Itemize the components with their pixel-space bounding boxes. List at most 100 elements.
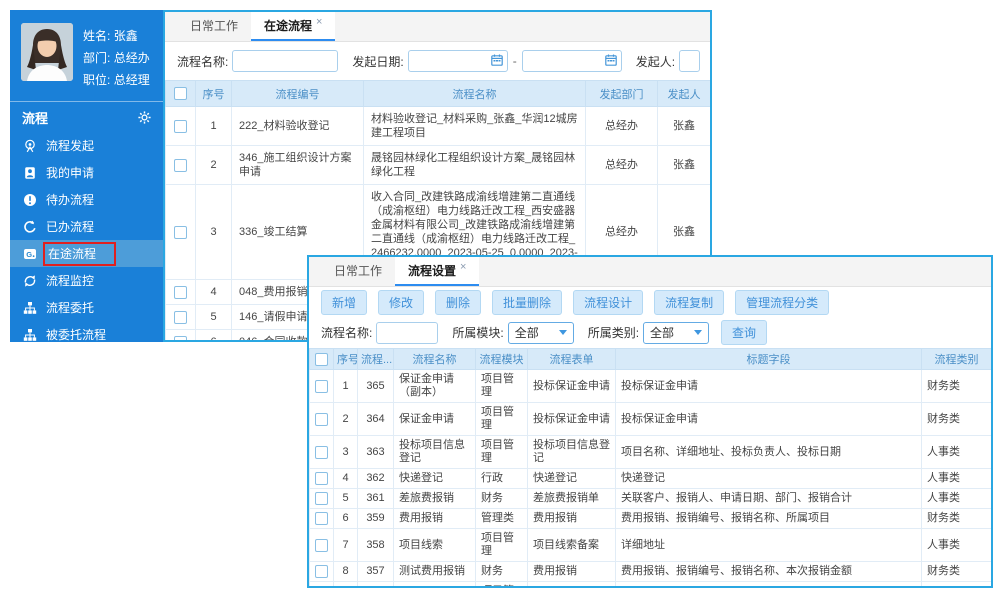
table-row[interactable]: 6 359 费用报销 管理类 费用报销 费用报销、报销编号、报销名称、所属项目 … bbox=[310, 509, 992, 529]
row-checkbox[interactable] bbox=[315, 380, 328, 393]
toolbar-button[interactable]: 删除 bbox=[435, 290, 481, 315]
close-tab-icon[interactable]: × bbox=[316, 16, 322, 28]
category-select[interactable]: 全部 bbox=[643, 322, 709, 344]
user-dept-row: 部门: 总经办 bbox=[83, 47, 150, 69]
process-code: 222_材料验收登记 bbox=[232, 107, 364, 146]
process-code: 359 bbox=[358, 509, 394, 529]
col-header-start-dept: 发起部门 bbox=[586, 81, 658, 107]
toolbar-button[interactable]: 新增 bbox=[321, 290, 367, 315]
sidebar-item-label: 流程发起 bbox=[46, 137, 94, 154]
user-profile: 姓名: 张鑫 部门: 总经办 职位: 总经理 bbox=[10, 10, 163, 101]
row-checkbox[interactable] bbox=[315, 512, 328, 525]
process-form: 投标项目信息登记 bbox=[528, 436, 616, 469]
process-category: 人事类 bbox=[922, 529, 992, 562]
row-checkbox[interactable] bbox=[315, 472, 328, 485]
start-date-from-input[interactable] bbox=[408, 50, 508, 72]
row-checkbox[interactable] bbox=[315, 413, 328, 426]
table-row[interactable]: 2 346_施工组织设计方案申请 晟铭园林绿化工程组织设计方案_晟铭园林绿化工程… bbox=[166, 146, 711, 185]
title-fields: 投标保证金申请 bbox=[616, 370, 922, 403]
tab-bar: 日常工作 在途流程× bbox=[165, 12, 710, 42]
row-no: 3 bbox=[334, 436, 358, 469]
row-checkbox[interactable] bbox=[315, 446, 328, 459]
row-checkbox[interactable] bbox=[174, 120, 187, 133]
table-header-row: 序号 流程... 流程名称 流程模块 流程表单 标题字段 流程类别 bbox=[310, 349, 992, 370]
sidebar-item-process-delegation[interactable]: 流程委托 bbox=[10, 294, 163, 321]
process-name-input[interactable] bbox=[232, 50, 338, 72]
process-form: 差旅费报销单 bbox=[528, 489, 616, 509]
user-dept: 总经办 bbox=[114, 51, 150, 65]
col-header-process-name: 流程名称 bbox=[394, 349, 476, 370]
sidebar-item-process-monitor[interactable]: 流程监控 bbox=[10, 267, 163, 294]
tab-daily-work[interactable]: 日常工作 bbox=[177, 12, 251, 41]
sidebar-item-done-processes[interactable]: 已办流程 bbox=[10, 213, 163, 240]
process-category: 财务类 bbox=[922, 370, 992, 403]
sidebar-item-my-applications[interactable]: 我的申请 bbox=[10, 159, 163, 186]
toolbar-button[interactable]: 流程复制 bbox=[654, 290, 724, 315]
sidebar-item-todo-processes[interactable]: 待办流程 bbox=[10, 186, 163, 213]
sidebar-item-in-transit-processes[interactable]: G 在途流程 bbox=[10, 240, 163, 267]
table-row[interactable]: 7 358 项目线索 项目管理 项目线索备案 详细地址 人事类 bbox=[310, 529, 992, 562]
starter-input[interactable] bbox=[679, 50, 700, 72]
tab-process-settings[interactable]: 流程设置× bbox=[395, 257, 479, 286]
table-row[interactable]: 4 362 快递登记 行政 快递登记 快递登记 人事类 bbox=[310, 469, 992, 489]
search-filter-bar: 流程名称: 所属模块: 全部 所属类别: 全部 查询 bbox=[309, 317, 991, 348]
process-form: 投标保证金申请 bbox=[528, 370, 616, 403]
row-checkbox[interactable] bbox=[174, 226, 187, 239]
search-filter-bar: 流程名称: 发起日期: - 发起人: bbox=[165, 42, 710, 80]
row-checkbox[interactable] bbox=[315, 565, 328, 578]
search-button[interactable]: 查询 bbox=[721, 320, 767, 345]
row-checkbox[interactable] bbox=[315, 539, 328, 552]
toolbar-button[interactable]: 修改 bbox=[378, 290, 424, 315]
title-fields: 设计审查、项目名称、专业、设计人、制单日期 bbox=[616, 582, 922, 589]
calendar-icon[interactable] bbox=[605, 54, 617, 69]
table-row[interactable]: 9 356 设计审查 项目管理 设计审查 设计审查、项目名称、专业、设计人、制单… bbox=[310, 582, 992, 589]
close-tab-icon[interactable]: × bbox=[460, 261, 466, 273]
process-module: 管理类 bbox=[476, 509, 528, 529]
title-fields: 费用报销、报销编号、报销名称、所属项目 bbox=[616, 509, 922, 529]
sidebar-item-delegated-processes[interactable]: 被委托流程 bbox=[10, 321, 163, 348]
process-form: 费用报销 bbox=[528, 562, 616, 582]
process-module: 财务 bbox=[476, 489, 528, 509]
tab-daily-work[interactable]: 日常工作 bbox=[321, 257, 395, 286]
process-name-input[interactable] bbox=[376, 322, 438, 344]
process-form: 费用报销 bbox=[528, 509, 616, 529]
row-no: 6 bbox=[196, 330, 232, 343]
select-all-checkbox[interactable] bbox=[315, 353, 328, 366]
toolbar-button[interactable]: 流程设计 bbox=[573, 290, 643, 315]
starter: 张鑫 bbox=[658, 107, 711, 146]
row-no: 2 bbox=[196, 146, 232, 185]
process-name: 测试费用报销 bbox=[394, 562, 476, 582]
tab-in-transit[interactable]: 在途流程× bbox=[251, 12, 335, 41]
start-date-to-input[interactable] bbox=[522, 50, 622, 72]
table-row[interactable]: 8 357 测试费用报销 财务 费用报销 费用报销、报销编号、报销名称、本次报销… bbox=[310, 562, 992, 582]
name-label: 姓名: bbox=[83, 29, 110, 43]
table-row[interactable]: 2 364 保证金申请 项目管理 投标保证金申请 投标保证金申请 财务类 bbox=[310, 403, 992, 436]
table-row[interactable]: 1 222_材料验收登记 材料验收登记_材料采购_张鑫_华润12城房建工程项目 … bbox=[166, 107, 711, 146]
gear-icon[interactable] bbox=[138, 111, 151, 124]
toolbar-button[interactable]: 批量删除 bbox=[492, 290, 562, 315]
title-fields: 详细地址 bbox=[616, 529, 922, 562]
process-name: 投标项目信息登记 bbox=[394, 436, 476, 469]
dept-label: 部门: bbox=[83, 51, 110, 65]
toolbar-button[interactable]: 管理流程分类 bbox=[735, 290, 829, 315]
row-checkbox[interactable] bbox=[174, 336, 187, 343]
process-name: 费用报销 bbox=[394, 509, 476, 529]
row-checkbox[interactable] bbox=[174, 159, 187, 172]
table-row[interactable]: 3 363 投标项目信息登记 项目管理 投标项目信息登记 项目名称、详细地址、投… bbox=[310, 436, 992, 469]
table-row[interactable]: 5 361 差旅费报销 财务 差旅费报销单 关联客户、报销人、申请日期、部门、报… bbox=[310, 489, 992, 509]
process-category: 人事类 bbox=[922, 582, 992, 589]
title-fields: 费用报销、报销编号、报销名称、本次报销金额 bbox=[616, 562, 922, 582]
module-select[interactable]: 全部 bbox=[508, 322, 574, 344]
process-code: 358 bbox=[358, 529, 394, 562]
process-name: 差旅费报销 bbox=[394, 489, 476, 509]
sidebar-item-process-start[interactable]: 流程发起 bbox=[10, 132, 163, 159]
process-category: 人事类 bbox=[922, 436, 992, 469]
row-checkbox[interactable] bbox=[174, 286, 187, 299]
row-checkbox[interactable] bbox=[174, 311, 187, 324]
table-row[interactable]: 1 365 保证金申请（副本） 项目管理 投标保证金申请 投标保证金申请 财务类 bbox=[310, 370, 992, 403]
calendar-icon[interactable] bbox=[491, 54, 503, 69]
row-no: 5 bbox=[334, 489, 358, 509]
select-all-checkbox[interactable] bbox=[174, 87, 187, 100]
process-category: 财务类 bbox=[922, 403, 992, 436]
row-checkbox[interactable] bbox=[315, 492, 328, 505]
